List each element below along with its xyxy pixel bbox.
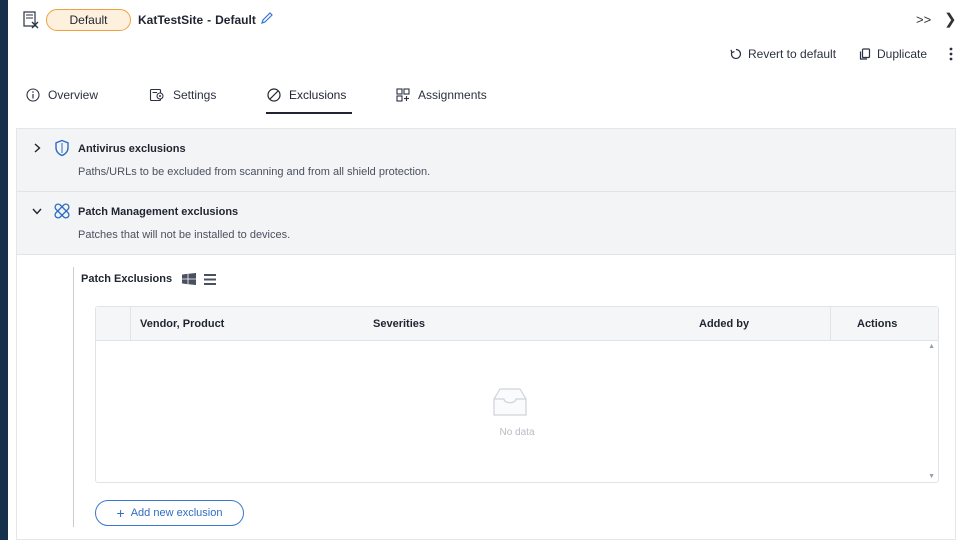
edit-pencil-icon[interactable]	[260, 11, 274, 25]
antivirus-exclusions-section[interactable]: Antivirus exclusions Paths/URLs to be ex…	[17, 129, 955, 192]
add-new-exclusion-label: Add new exclusion	[130, 507, 223, 519]
assignments-icon	[396, 88, 410, 102]
tab-bar: Overview Settings Exclusions Assignments	[8, 78, 956, 116]
exclusions-content: Antivirus exclusions Paths/URLs to be ex…	[16, 128, 956, 540]
table-header: Vendor, Product Severities Added by Acti…	[96, 307, 938, 341]
collapse-panel-button[interactable]: >>	[916, 12, 931, 27]
column-header-vendor-product[interactable]: Vendor, Product	[140, 307, 224, 341]
antivirus-exclusions-description: Paths/URLs to be excluded from scanning …	[78, 166, 431, 178]
windows-icon	[182, 273, 197, 285]
bandage-icon	[54, 203, 70, 219]
duplicate-label: Duplicate	[877, 47, 928, 61]
chevron-right-icon[interactable]	[31, 142, 43, 154]
no-entry-icon	[267, 88, 281, 102]
scroll-down-arrow-icon[interactable]: ▼	[928, 473, 935, 480]
tab-overview-label: Overview	[48, 88, 99, 102]
column-divider	[830, 307, 831, 341]
duplicate-button[interactable]: Duplicate	[859, 47, 927, 61]
column-header-added-by[interactable]: Added by	[699, 307, 749, 341]
settings-icon	[149, 88, 164, 102]
page-title: KatTestSite - Default	[138, 13, 256, 27]
tab-exclusions[interactable]: Exclusions	[266, 78, 353, 116]
shield-icon	[55, 139, 69, 157]
policy-icon	[23, 11, 39, 29]
scroll-up-arrow-icon[interactable]: ▲	[928, 343, 935, 350]
patch-exclusions-table: Vendor, Product Severities Added by Acti…	[95, 306, 939, 483]
tab-settings-label: Settings	[173, 88, 217, 102]
policy-panel: Default KatTestSite - Default >> ❯ Revert …	[8, 0, 956, 540]
revert-label: Revert to default	[748, 47, 837, 61]
column-header-severities[interactable]: Severities	[373, 307, 425, 341]
policy-name: Default	[215, 13, 256, 27]
patch-management-exclusions-description: Patches that will not be installed to de…	[78, 229, 291, 241]
revert-to-default-button[interactable]: Revert to default	[730, 47, 836, 61]
patch-management-exclusions-title: Patch Management exclusions	[78, 206, 239, 218]
antivirus-exclusions-title: Antivirus exclusions	[78, 143, 186, 155]
column-header-actions: Actions	[857, 318, 898, 330]
top-bar: Default KatTestSite - Default >> ❯	[8, 0, 956, 40]
tab-assignments-label: Assignments	[418, 88, 487, 102]
tab-assignments[interactable]: Assignments	[396, 78, 487, 116]
title-separator: -	[207, 13, 212, 27]
list-icon	[204, 273, 217, 285]
patch-exclusions-title: Patch Exclusions	[81, 273, 173, 285]
info-icon	[26, 88, 40, 102]
patch-exclusions-header: Patch Exclusions	[81, 273, 217, 285]
patch-management-exclusions-section[interactable]: Patch Management exclusions Patches that…	[17, 192, 955, 255]
tab-settings[interactable]: Settings	[149, 78, 216, 116]
empty-inbox-icon	[493, 388, 527, 416]
chevron-down-icon[interactable]	[31, 205, 43, 217]
default-badge: Default	[46, 9, 131, 31]
site-name: KatTestSite	[138, 13, 204, 27]
tab-overview[interactable]: Overview	[26, 78, 98, 116]
chevron-right-icon[interactable]: ❯	[944, 10, 956, 28]
plus-icon: +	[116, 505, 125, 521]
empty-state: No data ▲ ▼	[96, 341, 938, 482]
column-divider	[130, 307, 131, 341]
empty-state-text: No data	[499, 427, 535, 438]
duplicate-icon	[859, 48, 871, 60]
tab-exclusions-label: Exclusions	[289, 88, 347, 102]
revert-icon	[730, 48, 742, 60]
add-new-exclusion-button[interactable]: + Add new exclusion	[95, 500, 244, 526]
more-options-icon[interactable]	[947, 46, 955, 62]
